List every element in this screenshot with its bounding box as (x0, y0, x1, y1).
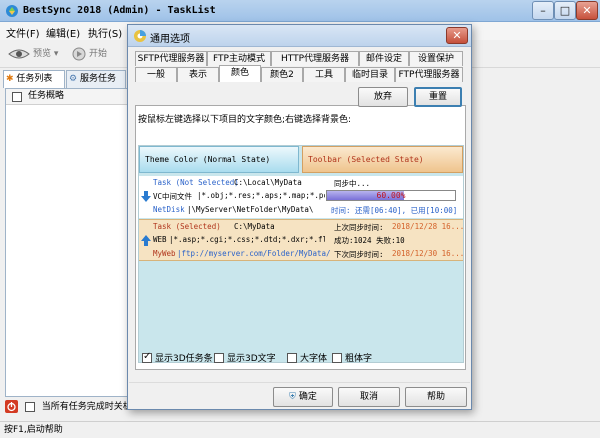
option-large-font-checkbox[interactable] (287, 353, 297, 363)
option-3d-text[interactable]: 显示3D文字 (214, 353, 276, 365)
start-label: 开始 (89, 49, 108, 59)
task1-filter-ext: |*.obj;*.res;*.aps;*.map;*.pc... (197, 191, 325, 200)
task-preview-selected[interactable]: Task (Selected) C:\MyData WEB |*.asp;*.c… (139, 219, 465, 261)
maximize-button[interactable]: □ (554, 1, 576, 20)
dialog-close-button[interactable]: ✕ (446, 27, 468, 44)
eye-icon (8, 49, 30, 58)
tab-protection[interactable]: 设置保护 (409, 51, 463, 66)
arrow-down-icon (141, 191, 151, 202)
tab-general[interactable]: 一般 (135, 67, 177, 82)
minimize-button[interactable]: – (532, 1, 554, 20)
preview-label: 预览 (33, 49, 52, 59)
task-summary-column: 任务概略 (28, 91, 65, 101)
tab-temp-dir[interactable]: 临时目录 (345, 67, 395, 82)
task1-path: C:\Local\MyData (234, 178, 302, 187)
tab-sftp-proxy[interactable]: SFTP代理服务器 (135, 51, 207, 66)
option-large-font[interactable]: 大字体 (287, 353, 327, 365)
task2-next-sync: 2018/12/30 16... (392, 249, 465, 258)
shutdown-checkbox[interactable] (24, 401, 35, 412)
task1-netdisk-path: |\MyServer\NetFolder\MyData\ (187, 205, 314, 214)
settings-icon (134, 30, 146, 42)
tab-http-proxy[interactable]: HTTP代理服务器 (271, 51, 359, 66)
power-icon (5, 400, 18, 413)
tab-color[interactable]: 颜色 (219, 65, 261, 82)
dialog-title: 通用选项 (150, 34, 190, 45)
task1-netdisk: NetDisk (153, 205, 185, 214)
option-bold-font-label: 粗体字 (345, 354, 373, 364)
task2-filter: WEB (153, 235, 167, 244)
status-bar: 按F1,启动帮助 (0, 421, 600, 438)
play-icon (72, 47, 86, 60)
preview-button[interactable]: 预览 ▾ (8, 46, 58, 62)
task1-time: 时间: 还需[06:40], 已用[10:00] (331, 206, 458, 215)
tab-ftp-active[interactable]: FTP主动模式 (207, 51, 271, 66)
task1-progress-text: 60.00% (376, 191, 406, 200)
cancel-button[interactable]: 取消 (338, 387, 400, 407)
ok-label: 确定 (298, 392, 317, 402)
tab-task-list[interactable]: ✱ 任务列表 (3, 70, 65, 88)
option-large-font-label: 大字体 (300, 354, 328, 364)
task2-next-sync-label: 下次同步时间: (334, 250, 384, 259)
task2-web: MyWeb (153, 249, 176, 258)
option-3d-taskbar-label: 显示3D任务条 (155, 354, 213, 364)
dialog-button-bar: ⛨ 确定 取消 帮助 (129, 382, 470, 409)
arrow-up-icon (141, 235, 151, 246)
menu-edit[interactable]: 编辑(E) (46, 25, 80, 40)
theme-color-swatch[interactable]: Theme Color (Normal State) (139, 146, 299, 173)
bestsync-logo-icon (6, 5, 18, 17)
task2-last-sync: 2018/12/28 16... (392, 222, 465, 231)
main-window-title: BestSync 2018 (Admin) - TaskList (23, 5, 216, 16)
discard-button[interactable]: 放弃 (358, 87, 408, 107)
shutdown-label: 当所有任务完成时关机 (41, 402, 132, 412)
tab-display[interactable]: 表示 (177, 67, 219, 82)
task1-progress-bar: 60.00% (326, 190, 456, 201)
tab-service-task-label: 服务任务 (79, 74, 116, 84)
task2-path: C:\MyData (234, 222, 275, 231)
tab-color2[interactable]: 颜色2 (261, 67, 303, 82)
star-icon: ✱ (6, 74, 14, 84)
task-preview-not-selected[interactable]: Task (Not Selected) C:\Local\MyData VC中间… (139, 176, 463, 218)
menu-file[interactable]: 文件(F) (6, 25, 40, 40)
shutdown-option: 当所有任务完成时关机 (5, 399, 132, 415)
close-window-button[interactable]: ✕ (576, 1, 598, 20)
reset-button[interactable]: 重置 (414, 87, 462, 107)
option-3d-text-checkbox[interactable] (214, 353, 224, 363)
menu-execute[interactable]: 执行(S) (88, 25, 122, 40)
option-bold-font[interactable]: 粗体字 (332, 353, 372, 365)
main-title-bar: BestSync 2018 (Admin) - TaskList – □ ✕ (0, 0, 600, 22)
status-text: 按F1,启动帮助 (4, 425, 63, 435)
dialog-title-bar: 通用选项 ✕ (128, 25, 471, 47)
task2-web-path: |ftp://myserver.com/Folder/MyData/ (177, 249, 331, 258)
color-preview-area: Theme Color (Normal State) Toolbar (Sele… (138, 145, 464, 363)
tab-mail-settings[interactable]: 邮件设定 (359, 51, 409, 66)
general-options-dialog: 通用选项 ✕ SFTP代理服务器 FTP主动模式 HTTP代理服务器 邮件设定 … (127, 24, 472, 410)
task1-status: 同步中... (334, 179, 371, 188)
task1-name: Task (Not Selected) (153, 178, 239, 187)
gear-icon: ⚙ (69, 74, 78, 84)
task2-filter-ext: |*.asp;*.cgi;*.css;*.dtd;*.dxr;*.fl... (169, 235, 325, 244)
task1-filter: VC中间文件 (153, 192, 193, 201)
select-all-checkbox[interactable] (12, 92, 22, 102)
toolbar-color-swatch[interactable]: Toolbar (Selected State) (302, 146, 463, 173)
start-button[interactable]: 开始 (72, 46, 107, 62)
task2-name: Task (Selected) (153, 222, 221, 231)
task2-last-sync-label: 上次同步时间: (334, 223, 384, 232)
help-button[interactable]: 帮助 (405, 387, 467, 407)
tab-service-task[interactable]: ⚙ 服务任务 (66, 70, 126, 88)
option-3d-taskbar[interactable]: 显示3D任务条 (142, 351, 213, 365)
tab-ftp-proxy[interactable]: FTP代理服务器 (395, 67, 463, 82)
tab-tools[interactable]: 工具 (303, 67, 345, 82)
option-bold-font-checkbox[interactable] (332, 353, 342, 363)
option-3d-taskbar-checkbox[interactable] (142, 351, 152, 363)
shield-icon: ⛨ (289, 392, 296, 402)
task-list-pane: 任务概略 (5, 88, 129, 397)
task2-result: 成功:1024 失败:10 (334, 236, 405, 245)
tab-task-list-label: 任务列表 (16, 74, 53, 84)
ok-button[interactable]: ⛨ 确定 (273, 387, 333, 407)
color-hint-text: 按鼠标左键选择以下项目的文字颜色;右键选择背景色: (138, 115, 352, 125)
task-list-header: 任务概略 (6, 89, 128, 105)
option-3d-text-label: 显示3D文字 (227, 354, 276, 364)
